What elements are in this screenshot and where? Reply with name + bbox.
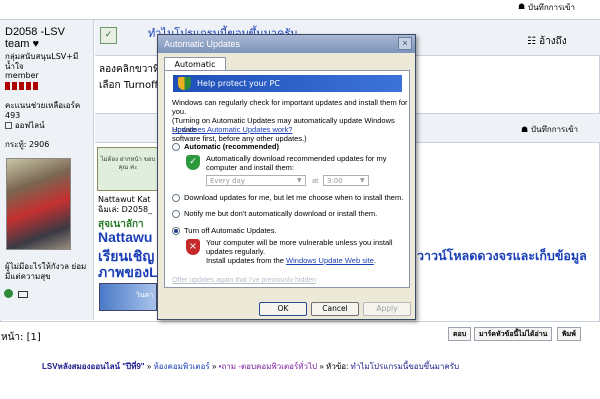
helper-label: คะแนนช่วยเหลือเอร์ค [5, 101, 81, 110]
quote-button[interactable]: ☷ อ้างถึง [527, 34, 567, 49]
radio-turn-off[interactable] [172, 227, 180, 235]
post-icon: ✓ [100, 27, 117, 44]
notes-icon: ☗ [521, 125, 529, 134]
auto-description: Automatically download recommended updat… [206, 154, 406, 172]
post-notes-link[interactable]: ☗ บันทึกการเข้า [521, 125, 578, 135]
signature-banner: ไม่ต้อง ฝากหน้า ขอบ คุณ ค่ะ [97, 147, 159, 191]
post-count: กระทู้: 2906 [5, 140, 50, 149]
notes-icon: ☗ [518, 2, 526, 11]
globe-icon[interactable] [4, 289, 13, 298]
intro-text: Windows can regularly check for importan… [172, 98, 408, 143]
reply-button[interactable]: ตอบ [448, 327, 472, 341]
option-notify-label[interactable]: Notify me but don't automatically downlo… [184, 209, 377, 218]
print-button[interactable]: พิมพ์ [557, 327, 581, 341]
offline-icon [5, 122, 12, 129]
chevron-down-icon: ▼ [360, 177, 365, 184]
radio-notify[interactable] [172, 210, 180, 218]
radio-automatic[interactable] [172, 143, 180, 151]
cancel-button[interactable]: Cancel [311, 302, 359, 316]
day-select[interactable]: Every day ▼ [206, 175, 306, 186]
helper-value: 493 [5, 111, 21, 120]
username[interactable]: D2058 -LSV team ♥ [5, 26, 65, 50]
shield-icon [178, 77, 191, 90]
ok-button[interactable]: OK [259, 302, 307, 316]
intro-line1: Windows can regularly check for importan… [172, 98, 408, 116]
post-notes-label: บันทึกการเข้า [531, 125, 579, 134]
dialog-title: Automatic Updates [164, 39, 241, 49]
at-label: at [312, 176, 319, 185]
breadcrumb-topic-label: หัวข้อ: [326, 362, 349, 371]
auto-desc-line1: Automatically download recommended updat… [206, 154, 387, 163]
signature-logo: วินดา [99, 283, 157, 311]
username-line2: team ♥ [5, 38, 40, 50]
day-select-value: Every day [210, 177, 245, 185]
user-rank: member [5, 71, 39, 80]
chevron-down-icon: ▼ [297, 177, 302, 184]
how-it-works-link[interactable]: How does Automatic Updates work? [172, 125, 292, 134]
option-turn-off-label[interactable]: Turn off Automatic Updates. [184, 226, 277, 235]
quote-label: อ้างถึง [539, 36, 567, 47]
breadcrumb-sep: » [319, 362, 324, 371]
user-group: กลุ่มสนับสนุนLSV+มีน้ำใจ [5, 52, 79, 71]
breadcrumb-computer[interactable]: ห้องคอมพิวเตอร์ [154, 362, 210, 371]
mark-unread-button[interactable]: มาร์คหัวข้อนี้ไม่ได้อ่าน [474, 327, 553, 341]
signature-logo-text: วินดา [136, 291, 154, 299]
breadcrumb-sep: » [211, 362, 217, 371]
dialog-panel: Help protect your PC Windows can regular… [164, 70, 410, 288]
username-line1: D2058 -LSV [5, 26, 65, 38]
quote-icon: ☷ [527, 36, 536, 47]
signature-nick: ฉิมเล่: D2058_ [98, 205, 153, 214]
user-icons [4, 289, 28, 301]
breadcrumb-sep: » [146, 362, 152, 371]
close-button[interactable]: × [398, 37, 412, 50]
post-line2: เลือก Turnoff [99, 80, 158, 91]
banner-text: Help protect your PC [197, 79, 280, 88]
dialog-title-bar[interactable]: Automatic Updates × [158, 35, 415, 53]
off-desc-prefix: Install updates from the [206, 256, 287, 265]
auto-desc-line2: computer and install them: [206, 163, 294, 172]
top-bar: ☗ บันทึกการเข้า [0, 0, 600, 20]
off-description: Your computer will be more vulnerable un… [206, 238, 406, 265]
breadcrumb-topic[interactable]: ทำไมโปรแกรมนี้ขอบขึ้นมาครับ [351, 362, 460, 371]
option-automatic-label[interactable]: Automatic (recommended) [184, 142, 279, 151]
user-signature: ผู้ไม่มีอะไรให้กังวล ย่อมมีแต่ความสุข [5, 262, 87, 281]
breadcrumb-home[interactable]: LSVหลังสมองออนไลน์ "ปีที่9" [42, 362, 145, 371]
page-indicator: หน้า: [1] [1, 332, 41, 343]
signature-banner-text: ไม่ต้อง ฝากหน้า ขอบ คุณ ค่ะ [100, 156, 156, 171]
green-shield-icon: ✓ [186, 155, 200, 170]
signature-big-line1[interactable]: Nattawu [98, 229, 152, 245]
windows-update-link[interactable]: Windows Update Web site [286, 256, 374, 265]
offline-label: ออฟไลน์ [14, 121, 45, 130]
off-desc-line1: Your computer will be more vulnerable un… [206, 238, 393, 247]
breadcrumb-general[interactable]: •ถาม -ตอบคอมพิวเตอร์ทั่วไป [219, 362, 317, 371]
avatar [6, 158, 71, 250]
radio-download[interactable] [172, 194, 180, 202]
signature-big-line2-right[interactable]: วาวน์โหลดดวงจรและเก็บข้อมูล [417, 246, 587, 266]
breadcrumb: LSVหลังสมองออนไลน์ "ปีที่9" » ห้องคอมพิว… [42, 360, 459, 373]
signature-big-line3[interactable]: ภาพของL [98, 262, 158, 284]
option-download-label[interactable]: Download updates for me, but let me choo… [184, 193, 403, 202]
off-desc-line2: updates regularly. [206, 247, 266, 256]
signature-name: Nattawut Kat [98, 195, 151, 204]
help-banner: Help protect your PC [173, 75, 402, 92]
offline-status: ออฟไลน์ [5, 121, 45, 131]
automatic-updates-dialog: Automatic Updates × Automatic Updates He… [157, 34, 416, 320]
rank-stars [5, 82, 40, 93]
red-shield-icon: × [186, 239, 200, 255]
off-desc-suffix: . [373, 256, 376, 265]
apply-button: Apply [363, 302, 411, 316]
off-desc-line3: Install updates from the Windows Update … [206, 256, 406, 265]
tab-automatic-updates[interactable]: Automatic Updates [164, 57, 226, 82]
top-notes-link[interactable]: บันทึกการเข้า [528, 3, 575, 13]
time-select-value: 3:00 [327, 177, 343, 185]
email-icon[interactable] [17, 291, 28, 298]
time-select[interactable]: 3:00 ▼ [323, 175, 369, 186]
offer-again-link: Offer updates again that I've previously… [172, 277, 317, 284]
